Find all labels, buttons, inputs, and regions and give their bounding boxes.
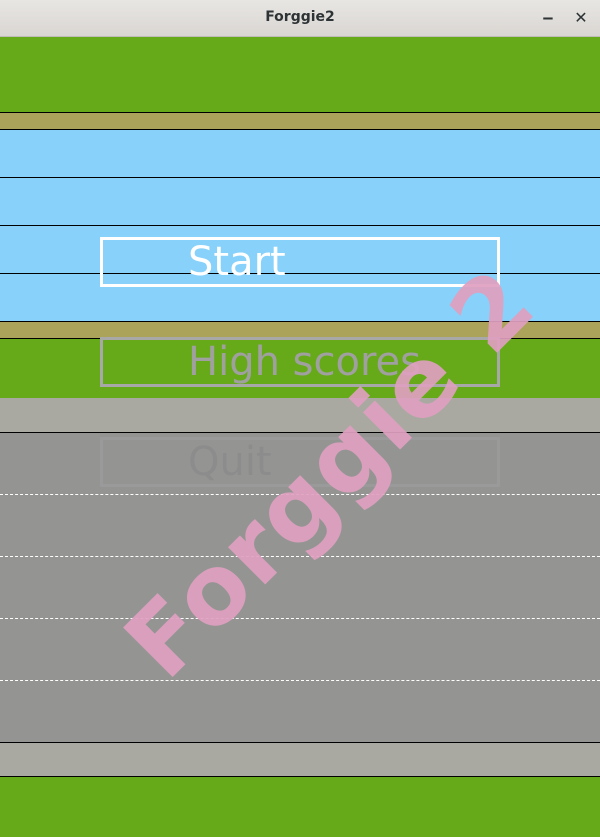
sidewalk-bottom	[0, 743, 600, 776]
window-titlebar[interactable]: Forggie2 ‒ ✕	[0, 0, 600, 37]
high-scores-button[interactable]: High scores	[100, 337, 500, 387]
sand-strip-top	[0, 113, 600, 129]
game-canvas[interactable]: Start High scores Quit Forggie 2	[0, 37, 600, 837]
minimize-icon[interactable]: ‒	[538, 8, 558, 28]
window-title: Forggie2	[265, 9, 335, 25]
road-lane-marking	[0, 618, 600, 619]
road-lane-marking	[0, 556, 600, 557]
grass-strip-top	[0, 37, 600, 112]
water-lane-divider	[0, 177, 600, 178]
sidewalk-top	[0, 398, 600, 432]
road-lane-marking	[0, 680, 600, 681]
quit-button-label: Quit	[188, 439, 272, 485]
close-icon[interactable]: ✕	[571, 8, 591, 28]
quit-button[interactable]: Quit	[100, 437, 500, 487]
grass-strip-bottom	[0, 777, 600, 837]
road-lane-marking	[0, 494, 600, 495]
water-lane-divider	[0, 225, 600, 226]
sand-strip-middle	[0, 322, 600, 338]
start-button[interactable]: Start	[100, 237, 500, 287]
high-scores-button-label: High scores	[188, 339, 421, 385]
start-button-label: Start	[188, 239, 286, 285]
